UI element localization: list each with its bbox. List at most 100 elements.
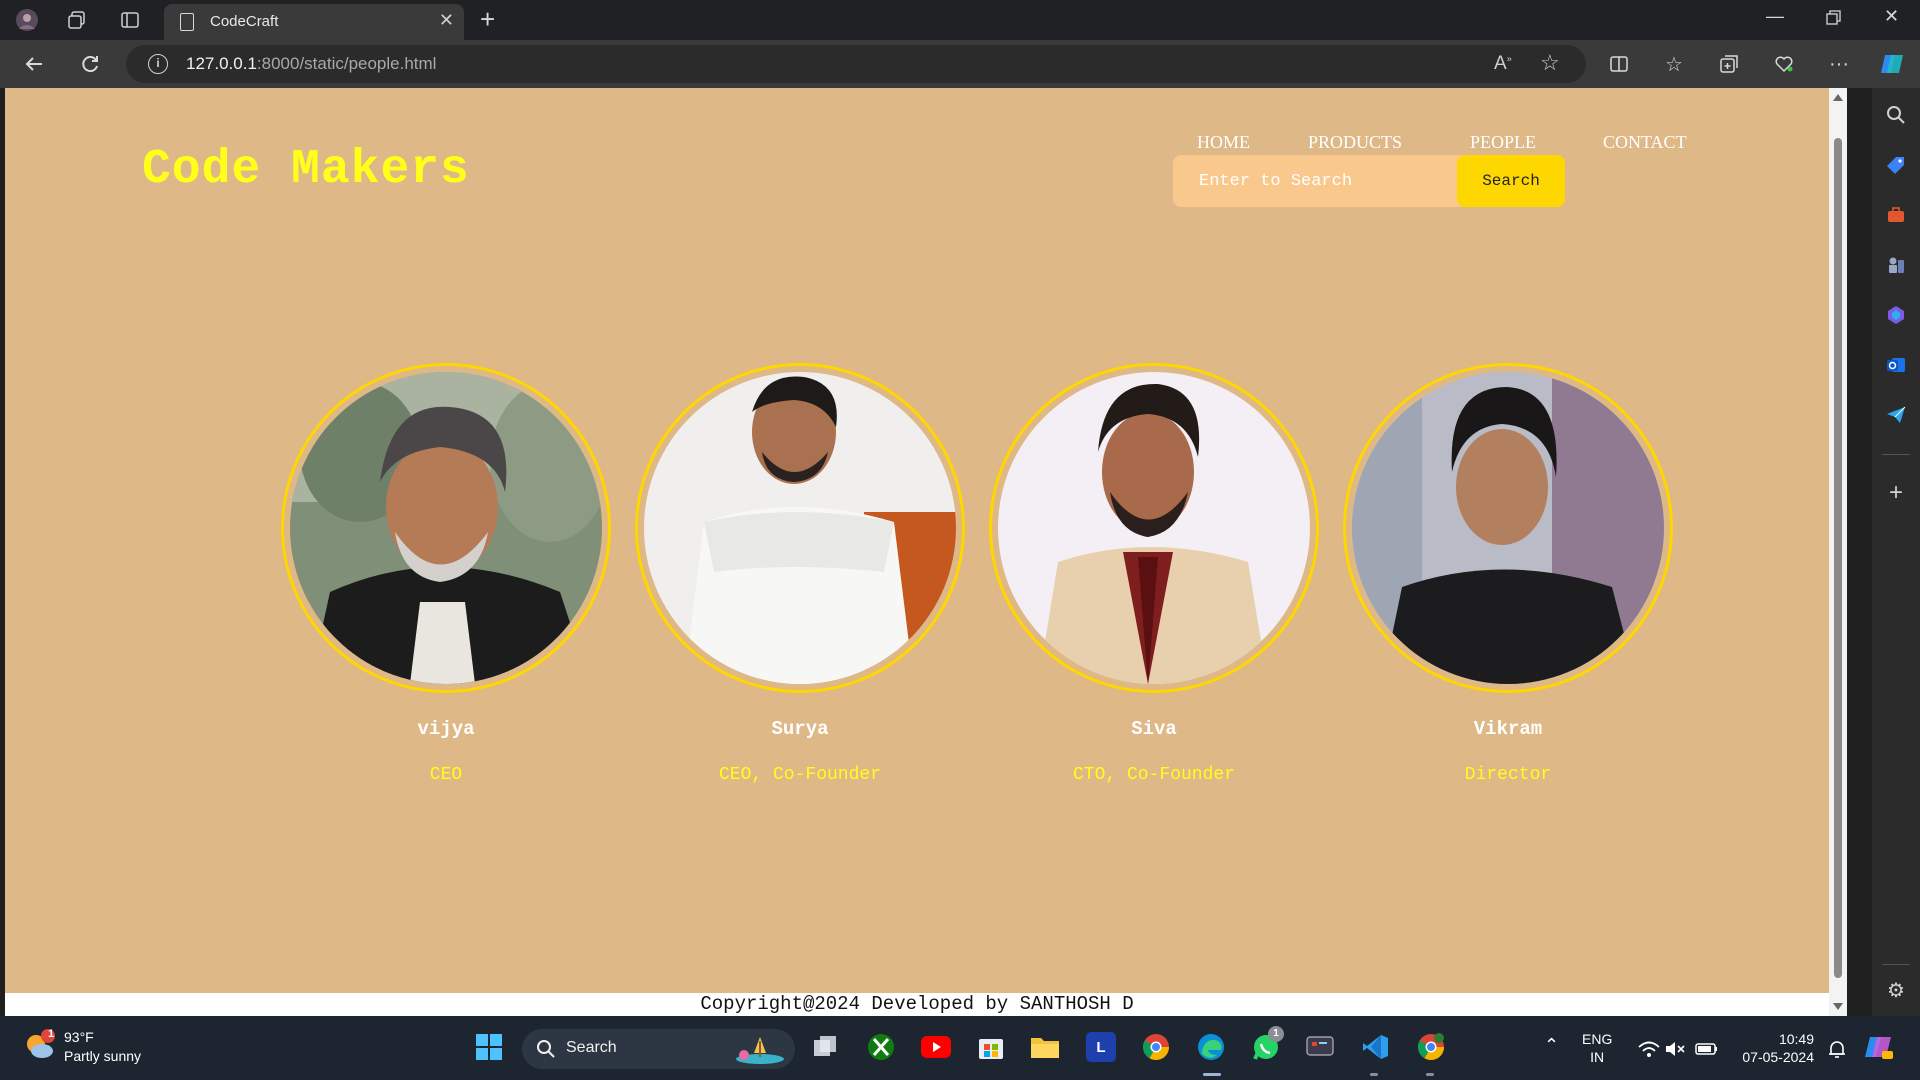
taskbar-search[interactable]: Search (522, 1029, 795, 1069)
whatsapp-icon[interactable]: 1 (1251, 1026, 1284, 1062)
person-role: CTO, Co-Founder (1072, 765, 1236, 785)
close-window-icon[interactable]: ✕ (1884, 6, 1899, 27)
clock-date: 07-05-2024 (1742, 1049, 1814, 1065)
tab-actions-icon[interactable] (118, 8, 142, 32)
page-icon (180, 13, 194, 31)
search-icon[interactable] (1884, 103, 1908, 127)
site-logo[interactable]: Code Makers (142, 143, 470, 197)
nav-people[interactable]: PEOPLE (1470, 132, 1536, 153)
address-bar[interactable]: i 127.0.0.1:8000/static/people.html A» ☆ (126, 45, 1586, 83)
chrome-profile-icon[interactable] (1416, 1032, 1446, 1062)
search-highlight-icon (736, 1037, 784, 1064)
language-indicator[interactable]: ENG IN (1582, 1030, 1612, 1066)
person-name: Surya (771, 718, 829, 740)
notifications-bell-icon[interactable] (1822, 1034, 1852, 1064)
settings-more-icon[interactable]: ··· (1825, 50, 1853, 78)
person-card: vijya CEO (281, 363, 611, 785)
url-text[interactable]: 127.0.0.1:8000/static/people.html (186, 54, 436, 74)
weather-desc: Partly sunny (64, 1048, 142, 1064)
nav-products[interactable]: PRODUCTS (1308, 132, 1402, 153)
person-name: vijya (417, 718, 475, 740)
edge-icon[interactable] (1196, 1032, 1226, 1062)
search-input[interactable] (1173, 155, 1453, 207)
back-icon[interactable] (20, 50, 48, 78)
edge-active-indicator (1203, 1073, 1221, 1076)
show-hidden-icons[interactable]: ⌃ (1544, 1036, 1559, 1054)
chrome-icon[interactable] (1141, 1032, 1171, 1062)
person-photo-frame (635, 363, 965, 693)
search-button[interactable]: Search (1457, 155, 1565, 207)
person-card: Vikram Director (1343, 363, 1673, 785)
person-role: Director (1464, 765, 1552, 785)
whatsapp-badge: 1 (1268, 1026, 1284, 1042)
search-form: Search (1173, 155, 1565, 207)
sidebar-divider (1882, 454, 1910, 455)
new-tab-icon[interactable]: + (480, 6, 495, 32)
copilot-sidebar-icon[interactable] (1884, 303, 1908, 327)
file-explorer-icon[interactable] (1030, 1032, 1060, 1062)
add-sidebar-app-icon[interactable]: + (1884, 479, 1908, 506)
volume-muted-icon[interactable] (1660, 1034, 1690, 1064)
page-footer: Copyright@2024 Developed by SANTHOSH D (5, 993, 1829, 1016)
scroll-down-arrow[interactable] (1833, 1003, 1843, 1010)
battery-icon[interactable] (1692, 1034, 1722, 1064)
person-role: CEO (429, 765, 463, 785)
collections-icon[interactable] (1715, 50, 1743, 78)
browser-essentials-icon[interactable] (1770, 50, 1798, 78)
scroll-up-arrow[interactable] (1833, 94, 1843, 101)
person-photo (644, 372, 956, 684)
page-scrollbar[interactable] (1829, 88, 1847, 1016)
person-name: Vikram (1473, 718, 1543, 740)
chrome-open-indicator (1426, 1073, 1434, 1076)
weather-temp: 93°F (64, 1029, 94, 1045)
sidebar-settings-icon[interactable]: ⚙ (1884, 978, 1908, 1002)
tools-briefcase-icon[interactable] (1884, 203, 1908, 227)
microsoft-store-icon[interactable] (976, 1032, 1006, 1062)
person-photo-frame (1343, 363, 1673, 693)
weather-icon[interactable]: 1 (22, 1028, 56, 1062)
person-photo (1352, 372, 1664, 684)
games-chess-icon[interactable] (1884, 253, 1908, 277)
copilot-icon[interactable] (1878, 50, 1906, 78)
sidebar-divider-bottom (1882, 964, 1910, 965)
l-app-icon[interactable]: L (1086, 1032, 1116, 1062)
outlook-icon[interactable] (1884, 353, 1908, 377)
weather-widget[interactable]: 93°F Partly sunny (64, 1028, 141, 1066)
person-photo (290, 372, 602, 684)
site-info-icon[interactable]: i (148, 54, 168, 74)
read-aloud-icon[interactable]: A» (1494, 53, 1512, 75)
nav-contact[interactable]: CONTACT (1603, 132, 1687, 153)
restore-icon[interactable] (1826, 6, 1842, 31)
person-card: Surya CEO, Co-Founder (635, 363, 965, 785)
workspaces-icon[interactable] (65, 8, 89, 32)
vscode-icon[interactable] (1360, 1032, 1390, 1062)
nav-home[interactable]: HOME (1197, 132, 1250, 153)
media-player-icon[interactable] (1305, 1032, 1335, 1062)
youtube-icon[interactable] (921, 1032, 951, 1062)
minimize-icon[interactable]: — (1766, 6, 1784, 27)
active-tab[interactable]: CodeCraft ✕ (164, 4, 464, 40)
clock-time: 10:49 (1778, 1031, 1814, 1047)
favorite-star-icon[interactable]: ☆ (1540, 50, 1560, 76)
scroll-thumb[interactable] (1834, 138, 1842, 978)
close-tab-icon[interactable]: ✕ (439, 10, 454, 31)
favorites-icon[interactable]: ☆ (1660, 50, 1688, 78)
person-name: Siva (1131, 718, 1177, 740)
person-photo-frame (989, 363, 1319, 693)
person-card: Siva CTO, Co-Founder (989, 363, 1319, 785)
windows-start-icon[interactable] (474, 1032, 504, 1062)
split-screen-icon[interactable] (1605, 50, 1633, 78)
person-photo (998, 372, 1310, 684)
browser-toolbar: i 127.0.0.1:8000/static/people.html A» ☆… (0, 40, 1920, 88)
copilot-taskbar-icon[interactable] (1864, 1032, 1894, 1062)
profile-avatar[interactable] (15, 8, 39, 32)
vscode-open-indicator (1370, 1073, 1378, 1076)
shopping-tag-icon[interactable] (1884, 153, 1908, 177)
xbox-icon[interactable] (866, 1032, 896, 1062)
send-telegram-icon[interactable] (1884, 403, 1908, 427)
taskbar-search-icon (537, 1040, 555, 1058)
refresh-icon[interactable] (76, 50, 104, 78)
task-view-icon[interactable] (810, 1032, 840, 1062)
clock[interactable]: 10:49 07-05-2024 (1734, 1030, 1814, 1066)
tab-title: CodeCraft (210, 13, 279, 30)
